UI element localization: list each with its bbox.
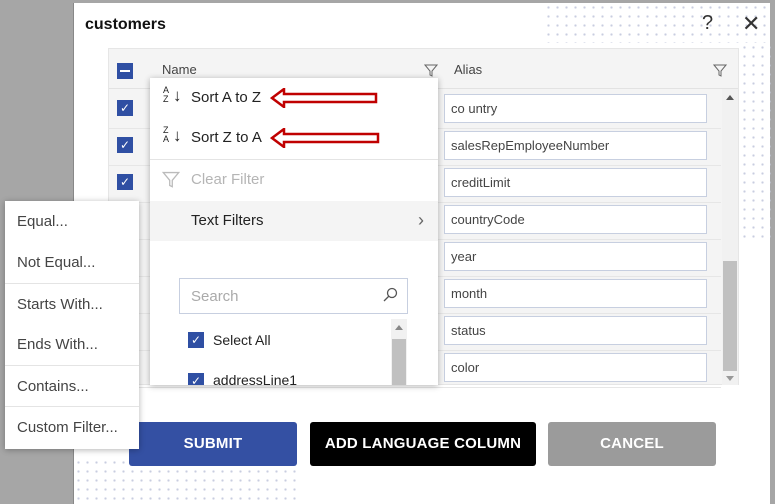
alias-input[interactable]: co untry xyxy=(444,94,707,123)
clear-filter[interactable]: Clear Filter xyxy=(150,160,438,200)
text-filters-label: Text Filters xyxy=(191,212,264,229)
scroll-up-icon[interactable] xyxy=(726,95,734,100)
column-header-name[interactable]: Name xyxy=(162,62,197,77)
annotation-arrow xyxy=(270,88,378,108)
alias-input[interactable]: salesRepEmployeeNumber xyxy=(444,131,707,160)
dot-pattern xyxy=(544,3,771,43)
alias-input[interactable]: year xyxy=(444,242,707,271)
scroll-down-icon[interactable] xyxy=(726,376,734,381)
filter-menu: A Z ↓ Sort A to Z Z A ↓ Sort Z to A Clear Fi… xyxy=(150,78,438,385)
submenu-item[interactable]: Contains... xyxy=(5,365,139,406)
grid-scrollbar[interactable] xyxy=(722,89,738,385)
annotation-arrow xyxy=(270,128,380,148)
alias-input[interactable]: creditLimit xyxy=(444,168,707,197)
sort-ascending-icon: A Z ↓ xyxy=(163,85,182,106)
filter-search-input[interactable]: Search xyxy=(179,278,408,314)
sort-descending-icon: Z A ↓ xyxy=(163,125,182,146)
select-all-label: Select All xyxy=(213,332,271,348)
sort-a-to-z-label: Sort A to Z xyxy=(191,89,262,106)
sort-a-to-z[interactable]: A Z ↓ Sort A to Z xyxy=(150,78,438,118)
row-checkbox[interactable]: ✓ xyxy=(117,137,133,153)
filter-icon[interactable] xyxy=(424,63,438,77)
select-all-checkbox[interactable] xyxy=(117,63,133,79)
row-checkbox[interactable]: ✓ xyxy=(117,100,133,116)
filter-list-scrollbar[interactable] xyxy=(391,319,407,385)
submenu-item[interactable]: Starts With... xyxy=(5,283,139,324)
alias-input[interactable]: color xyxy=(444,353,707,382)
add-language-column-button[interactable]: ADD LANGUAGE COLUMN xyxy=(310,422,536,466)
list-item-label: addressLine1 xyxy=(213,372,298,385)
submit-button[interactable]: SUBMIT xyxy=(129,422,297,466)
submenu-item[interactable]: Equal... xyxy=(5,201,139,242)
select-all-checkbox[interactable]: ✓ xyxy=(188,332,204,348)
submenu-item[interactable]: Custom Filter... xyxy=(5,406,139,447)
column-header-alias[interactable]: Alias xyxy=(454,62,482,77)
text-filters[interactable]: Text Filters › xyxy=(150,201,438,241)
scroll-up-icon[interactable] xyxy=(395,325,403,330)
clear-filter-icon xyxy=(162,171,180,188)
alias-input[interactable]: month xyxy=(444,279,707,308)
alias-input[interactable]: status xyxy=(444,316,707,345)
filter-icon[interactable] xyxy=(713,63,727,77)
dialog-title: customers xyxy=(85,16,166,33)
sort-z-to-a[interactable]: Z A ↓ Sort Z to A xyxy=(150,118,438,158)
clear-filter-label: Clear Filter xyxy=(191,171,265,188)
search-icon[interactable] xyxy=(382,287,398,303)
row-checkbox[interactable]: ✓ xyxy=(117,174,133,190)
cancel-button[interactable]: CANCEL xyxy=(548,422,716,466)
help-icon[interactable]: ? xyxy=(702,12,713,35)
chevron-right-icon: › xyxy=(418,210,424,230)
scrollbar-thumb[interactable] xyxy=(392,339,406,385)
scrollbar-thumb[interactable] xyxy=(723,261,737,371)
sort-z-to-a-label: Sort Z to A xyxy=(191,129,262,146)
close-icon[interactable]: ✕ xyxy=(742,11,760,37)
submenu-item[interactable]: Not Equal... xyxy=(5,242,139,283)
list-item-checkbox[interactable]: ✓ xyxy=(188,373,204,385)
dot-pattern xyxy=(740,43,771,243)
submenu-item[interactable]: Ends With... xyxy=(5,324,139,365)
text-filter-submenu: Equal... Not Equal... Starts With... Ends W… xyxy=(5,201,139,449)
alias-input[interactable]: countryCode xyxy=(444,205,707,234)
